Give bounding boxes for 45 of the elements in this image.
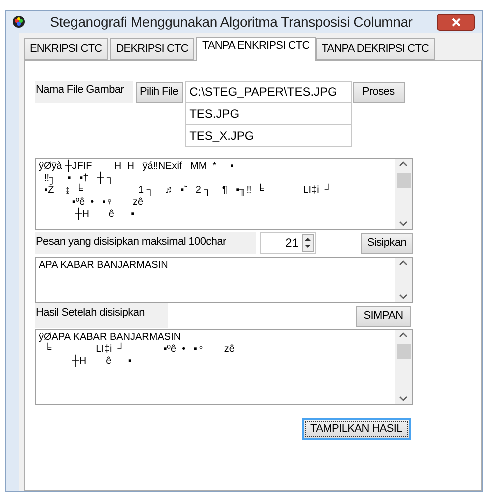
image-text-area[interactable]: ÿØÿà ┼JFIF H H ÿá‼NExif MM * ▪ ‼┐ ▪ ▪† ┼ ┐ ▪Ž ↨ ╘ 1 ┐ ♬ ▪˜ 2 ┐ ¶ ▪╖‼ ╘ LI‡i ┘ ▪ºê • ▪♀ zê ┼H ê ▪ bbox=[35, 158, 413, 230]
result-text-area[interactable]: ÿØAPA KABAR BANJARMASIN ╘ LI‡i ┘ ▪ºê • ▪♀ zê ┼H ê ▪ bbox=[35, 329, 413, 405]
scroll-down-icon[interactable] bbox=[399, 294, 408, 300]
count-spinner[interactable]: 21 bbox=[260, 232, 316, 254]
tab[interactable]: TANPA ENKRIPSI CTC bbox=[196, 37, 316, 61]
text-line: ┼H ê ▪ bbox=[74, 209, 135, 221]
pick-file-button[interactable]: Pilih File bbox=[136, 82, 183, 103]
tab[interactable]: ENKRIPSI CTC bbox=[24, 38, 108, 60]
app-icon bbox=[12, 15, 26, 29]
message-limit-label: Pesan yang disisipkan maksimal 100char bbox=[35, 232, 256, 254]
scroll-up-icon[interactable] bbox=[399, 332, 408, 338]
file-path-field[interactable]: C:\STEG_PAPER\TES.JPG bbox=[184, 81, 352, 103]
text-line: ‼┐ ▪ ▪† ┼ ┐ bbox=[44, 173, 114, 184]
text-line: ┼H ê ▪ bbox=[71, 356, 132, 368]
close-icon bbox=[452, 18, 460, 26]
process-button[interactable]: Proses bbox=[352, 82, 405, 103]
scroll-thumb[interactable] bbox=[396, 173, 410, 188]
scrollbar[interactable] bbox=[395, 258, 412, 302]
file-name-field[interactable]: TES_X.JPG bbox=[184, 125, 352, 147]
scroll-up-icon[interactable] bbox=[399, 161, 408, 167]
scrollbar[interactable] bbox=[395, 330, 412, 404]
text-line: APA KABAR BANJARMASIN bbox=[39, 260, 168, 272]
file-label: Nama File Gambar bbox=[35, 81, 133, 103]
tab[interactable]: TANPA DEKRIPSI CTC bbox=[316, 38, 436, 60]
text-line: ╘ LI‡i ┘ ▪ºê • ▪♀ zê bbox=[44, 344, 235, 355]
tab[interactable]: DEKRIPSI CTC bbox=[110, 38, 194, 60]
window-title: Steganografi Menggunakan Algoritma Transposisi Columnar bbox=[49, 12, 414, 32]
scrollbar[interactable] bbox=[395, 159, 412, 229]
file-name-field[interactable]: TES.JPG bbox=[184, 103, 352, 125]
scroll-down-icon[interactable] bbox=[399, 396, 408, 402]
close-button[interactable] bbox=[437, 14, 475, 30]
text-line: ▪ºê • ▪♀ zê bbox=[71, 197, 144, 208]
text-line: ÿØAPA KABAR BANJARMASIN bbox=[39, 332, 182, 343]
count-value: 21 bbox=[286, 235, 299, 252]
scroll-up-icon[interactable] bbox=[399, 260, 408, 266]
show-result-button[interactable]: TAMPILKAN HASIL bbox=[302, 418, 411, 440]
message-text-area[interactable]: APA KABAR BANJARMASIN bbox=[35, 257, 413, 303]
scroll-down-icon[interactable] bbox=[399, 221, 408, 227]
spinner-arrows-icon[interactable] bbox=[302, 234, 314, 252]
scroll-thumb[interactable] bbox=[396, 344, 410, 359]
save-button[interactable]: SIMPAN bbox=[356, 306, 411, 327]
result-label: Hasil Setelah disisipkan bbox=[35, 303, 168, 328]
text-line: ÿØÿà ┼JFIF H H ÿá‼NExif MM * ▪ bbox=[39, 161, 234, 172]
insert-button[interactable]: Sisipkan bbox=[361, 232, 413, 254]
text-line: ▪Ž ↨ ╘ 1 ┐ ♬ ▪˜ 2 ┐ ¶ ▪╖‼ ╘ LI‡i ┘ bbox=[44, 185, 332, 197]
